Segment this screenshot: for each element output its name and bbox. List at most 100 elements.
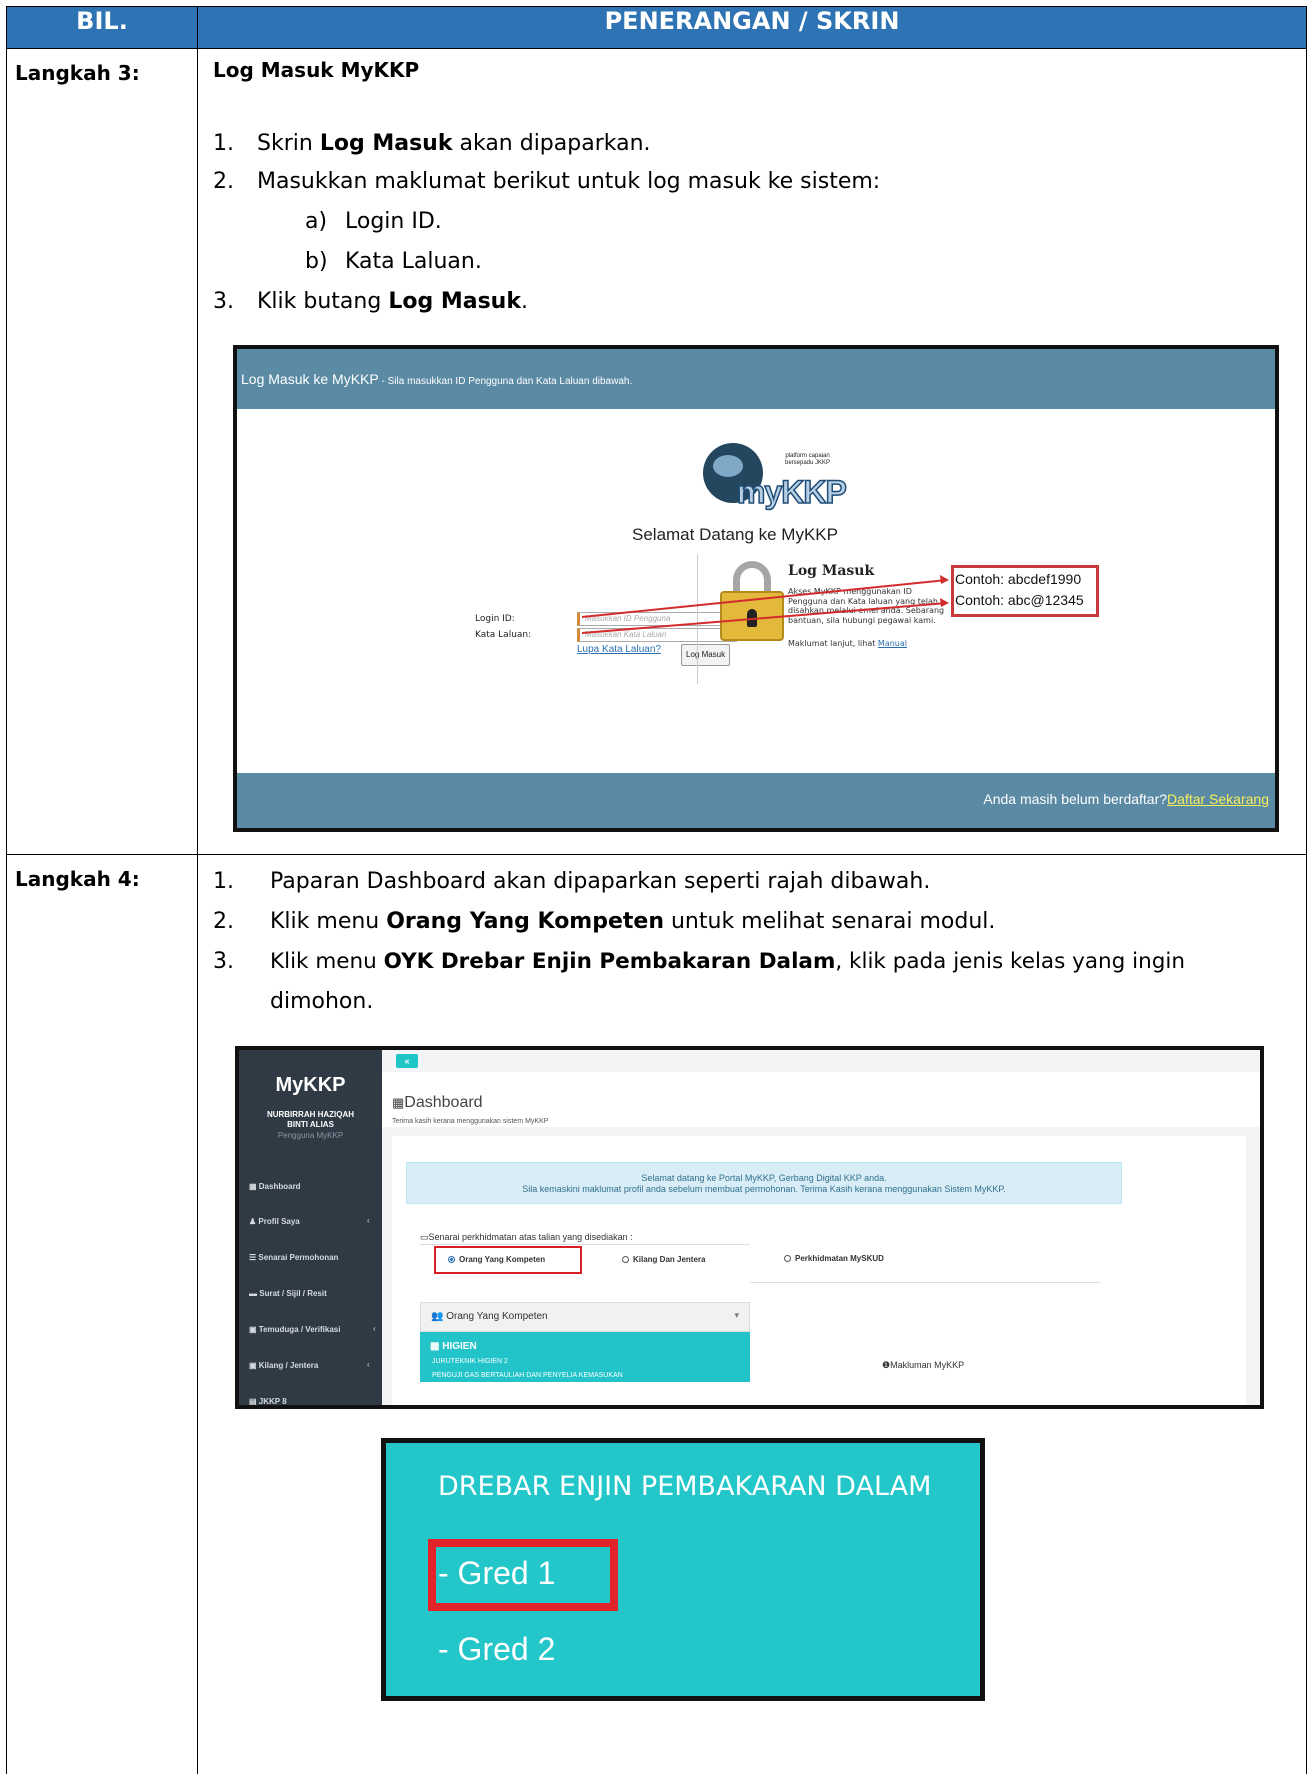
item-text: Klik butang: [257, 289, 389, 314]
step3-label-cell: Langkah 3:: [6, 48, 198, 855]
menu-item-juruteknik[interactable]: JURUTEKNIK HIGIEN 2: [432, 1358, 508, 1365]
menu-item-penguji-gas[interactable]: PENGUJI GAS BERTAULIAH DAN PENYELIA KEMA…: [432, 1372, 623, 1379]
sidebar-item-label: Dashboard: [258, 1182, 301, 1191]
page-subtitle: Terima kasih kerana menggunakan sistem M…: [392, 1118, 549, 1125]
step3-item-2a: a) Login ID.: [305, 209, 442, 234]
sidebar-item-senarai-permohonan[interactable]: ☰ Senarai Permohonan: [249, 1253, 338, 1262]
list-icon: ☰: [249, 1253, 259, 1262]
item-text: Paparan Dashboard akan dipaparkan sepert…: [270, 869, 931, 894]
sidebar-toggle-button[interactable]: «: [396, 1054, 418, 1068]
accordion-orang-yang-kompeten[interactable]: 👥 Orang Yang Kompeten ▾: [420, 1302, 750, 1332]
user-name-line1: NURBIRRAH HAZIQAH: [266, 1110, 355, 1119]
login-footer-text: Anda masih belum berdaftar?Daftar Sekara…: [983, 791, 1269, 807]
users-icon: 👥: [431, 1311, 447, 1322]
grade-2-link[interactable]: - Gred 2: [438, 1631, 555, 1668]
item-letter: b): [305, 249, 328, 274]
page-title: ▦Dashboard: [392, 1094, 483, 1112]
accordion-body: ▦ HIGIEN JURUTEKNIK HIGIEN 2 PENGUJI GAS…: [420, 1332, 750, 1382]
item-text-end: akan dipaparkan.: [452, 131, 651, 156]
option-kilang-dan-jentera[interactable]: Kilang Dan Jentera: [622, 1255, 705, 1264]
main-content: « ▦Dashboard Terima kasih kerana menggun…: [382, 1050, 1260, 1405]
table-icon: ▤: [249, 1397, 259, 1406]
chevron-left-icon: ‹: [367, 1216, 370, 1225]
category-label: HIGIEN: [442, 1341, 477, 1352]
sidebar-item-label: Kilang / Jentera: [258, 1361, 319, 1370]
highlight-box: [434, 1246, 582, 1274]
radio-icon: [784, 1255, 791, 1262]
calendar-icon: ▣: [249, 1361, 259, 1370]
item-number: 2.: [213, 169, 234, 194]
divider: [750, 1282, 1100, 1283]
item-text-end: untuk melihat senarai modul.: [664, 909, 996, 934]
sidebar-item-kilang[interactable]: ▣ Kilang / Jentera: [249, 1361, 318, 1370]
sidebar-item-surat[interactable]: ▬ Surat / Sijil / Resit: [249, 1289, 327, 1298]
item-text: Masukkan maklumat berikut untuk log masu…: [257, 169, 881, 194]
page-title-text: Dashboard: [404, 1094, 483, 1111]
sidebar-item-label: Senarai Permohonan: [258, 1253, 339, 1262]
user-name: NURBIRRAH HAZIQAH BINTI ALIAS: [239, 1110, 382, 1130]
dashboard-screenshot: MyKKP NURBIRRAH HAZIQAH BINTI ALIAS Pengg…: [235, 1046, 1264, 1409]
chevron-left-icon: ‹: [367, 1360, 370, 1369]
arrow-head-password: [940, 598, 949, 607]
document-page: BIL. PENERANGAN / SKRIN Langkah 3: Langk…: [0, 0, 1313, 1774]
item-letter: a): [305, 209, 328, 234]
welcome-alert: Selamat datang ke Portal MyKKP, Gerbang …: [406, 1162, 1122, 1204]
sidebar-item-temuduga[interactable]: ▣ Temuduga / Verifikasi: [249, 1325, 340, 1334]
calendar-icon: ▣: [249, 1325, 259, 1334]
option-label: Kilang Dan Jentera: [633, 1255, 706, 1264]
info-icon: ❶: [882, 1360, 891, 1370]
step3-item-3: 3. Klik butang Log Masuk.: [213, 289, 528, 314]
option-label: Perkhidmatan MySKUD: [795, 1254, 884, 1263]
sidebar-item-profil-saya[interactable]: ♟ Profil Saya: [249, 1217, 300, 1226]
item-text-end: .: [520, 289, 528, 314]
header-bil: BIL.: [6, 6, 198, 49]
step3-item-2b: b) Kata Laluan.: [305, 249, 482, 274]
chevron-down-icon: ▾: [734, 1310, 739, 1320]
item-bold-text: Orang Yang Kompeten: [386, 909, 664, 934]
annotation-arrows: [581, 575, 949, 634]
sidebar-item-jkkp8[interactable]: ▤ JKKP 8: [249, 1397, 287, 1406]
arrow-login-id: [581, 579, 948, 618]
monitor-icon: ▭: [420, 1232, 429, 1242]
item-text: Login ID.: [345, 209, 442, 234]
option-perkhidmatan-myskud[interactable]: Perkhidmatan MySKUD: [784, 1254, 884, 1263]
not-registered-text: Anda masih belum berdaftar?: [983, 791, 1168, 807]
item-number: 1.: [213, 869, 234, 894]
grade-zoom-panel: DREBAR ENJIN PEMBAKARAN DALAM - Gred 1 -…: [381, 1438, 985, 1701]
arrow-password: [581, 602, 948, 634]
register-now-link[interactable]: Daftar Sekarang: [1167, 791, 1269, 807]
item-bold-text: OYK Drebar Enjin Pembakaran Dalam: [383, 949, 836, 974]
category-higien: ▦ HIGIEN: [430, 1341, 477, 1352]
example-login-id: Contoh: abcdef1990: [955, 571, 1082, 587]
grid-icon: ▦: [430, 1341, 443, 1352]
folder-icon: ▬: [249, 1289, 260, 1298]
step4-item-3: 3. Klik menu OYK Drebar Enjin Pembakaran…: [213, 949, 1185, 974]
step3-label: Langkah 3:: [15, 61, 140, 85]
welcome-alert-line1: Selamat datang ke Portal MyKKP, Gerbang …: [641, 1173, 887, 1183]
step3-item-1: 1. Skrin Log Masuk akan dipaparkan.: [213, 131, 651, 156]
user-role: Pengguna MyKKP: [277, 1131, 344, 1140]
grade-1-link[interactable]: - Gred 1: [438, 1555, 555, 1592]
step3-heading: Log Masuk MyKKP: [213, 58, 420, 82]
radio-icon: [622, 1256, 629, 1263]
makluman-heading: ❶Makluman MyKKP: [882, 1360, 964, 1371]
sidebar-item-label: Profil Saya: [258, 1217, 300, 1226]
chevron-left-icon: ‹: [373, 1324, 376, 1333]
step4-item-2: 2. Klik menu Orang Yang Kompeten untuk m…: [213, 909, 995, 934]
item-number: 3.: [213, 289, 234, 314]
drebar-title: DREBAR ENJIN PEMBAKARAN DALAM: [438, 1471, 932, 1502]
item-text-end: , klik pada jenis kelas yang ingin: [835, 949, 1185, 974]
grid-icon: ▦: [249, 1182, 259, 1191]
step4-label: Langkah 4:: [15, 867, 140, 891]
services-title-text: Senarai perkhidmatan atas talian yang di…: [428, 1232, 633, 1242]
item-number: 1.: [213, 131, 234, 156]
step4-label-cell: Langkah 4:: [6, 854, 198, 1774]
item-text: Klik menu: [270, 949, 384, 974]
sidebar-item-dashboard[interactable]: ▦ Dashboard: [249, 1182, 301, 1191]
user-icon: ♟: [249, 1217, 259, 1226]
item-text: Skrin: [257, 131, 320, 156]
item-bold-text: Log Masuk: [319, 131, 453, 156]
item-number: 2.: [213, 909, 234, 934]
example-password: Contoh: abc@12345: [955, 592, 1084, 608]
sidebar-item-label: Temuduga / Verifikasi: [258, 1325, 341, 1334]
